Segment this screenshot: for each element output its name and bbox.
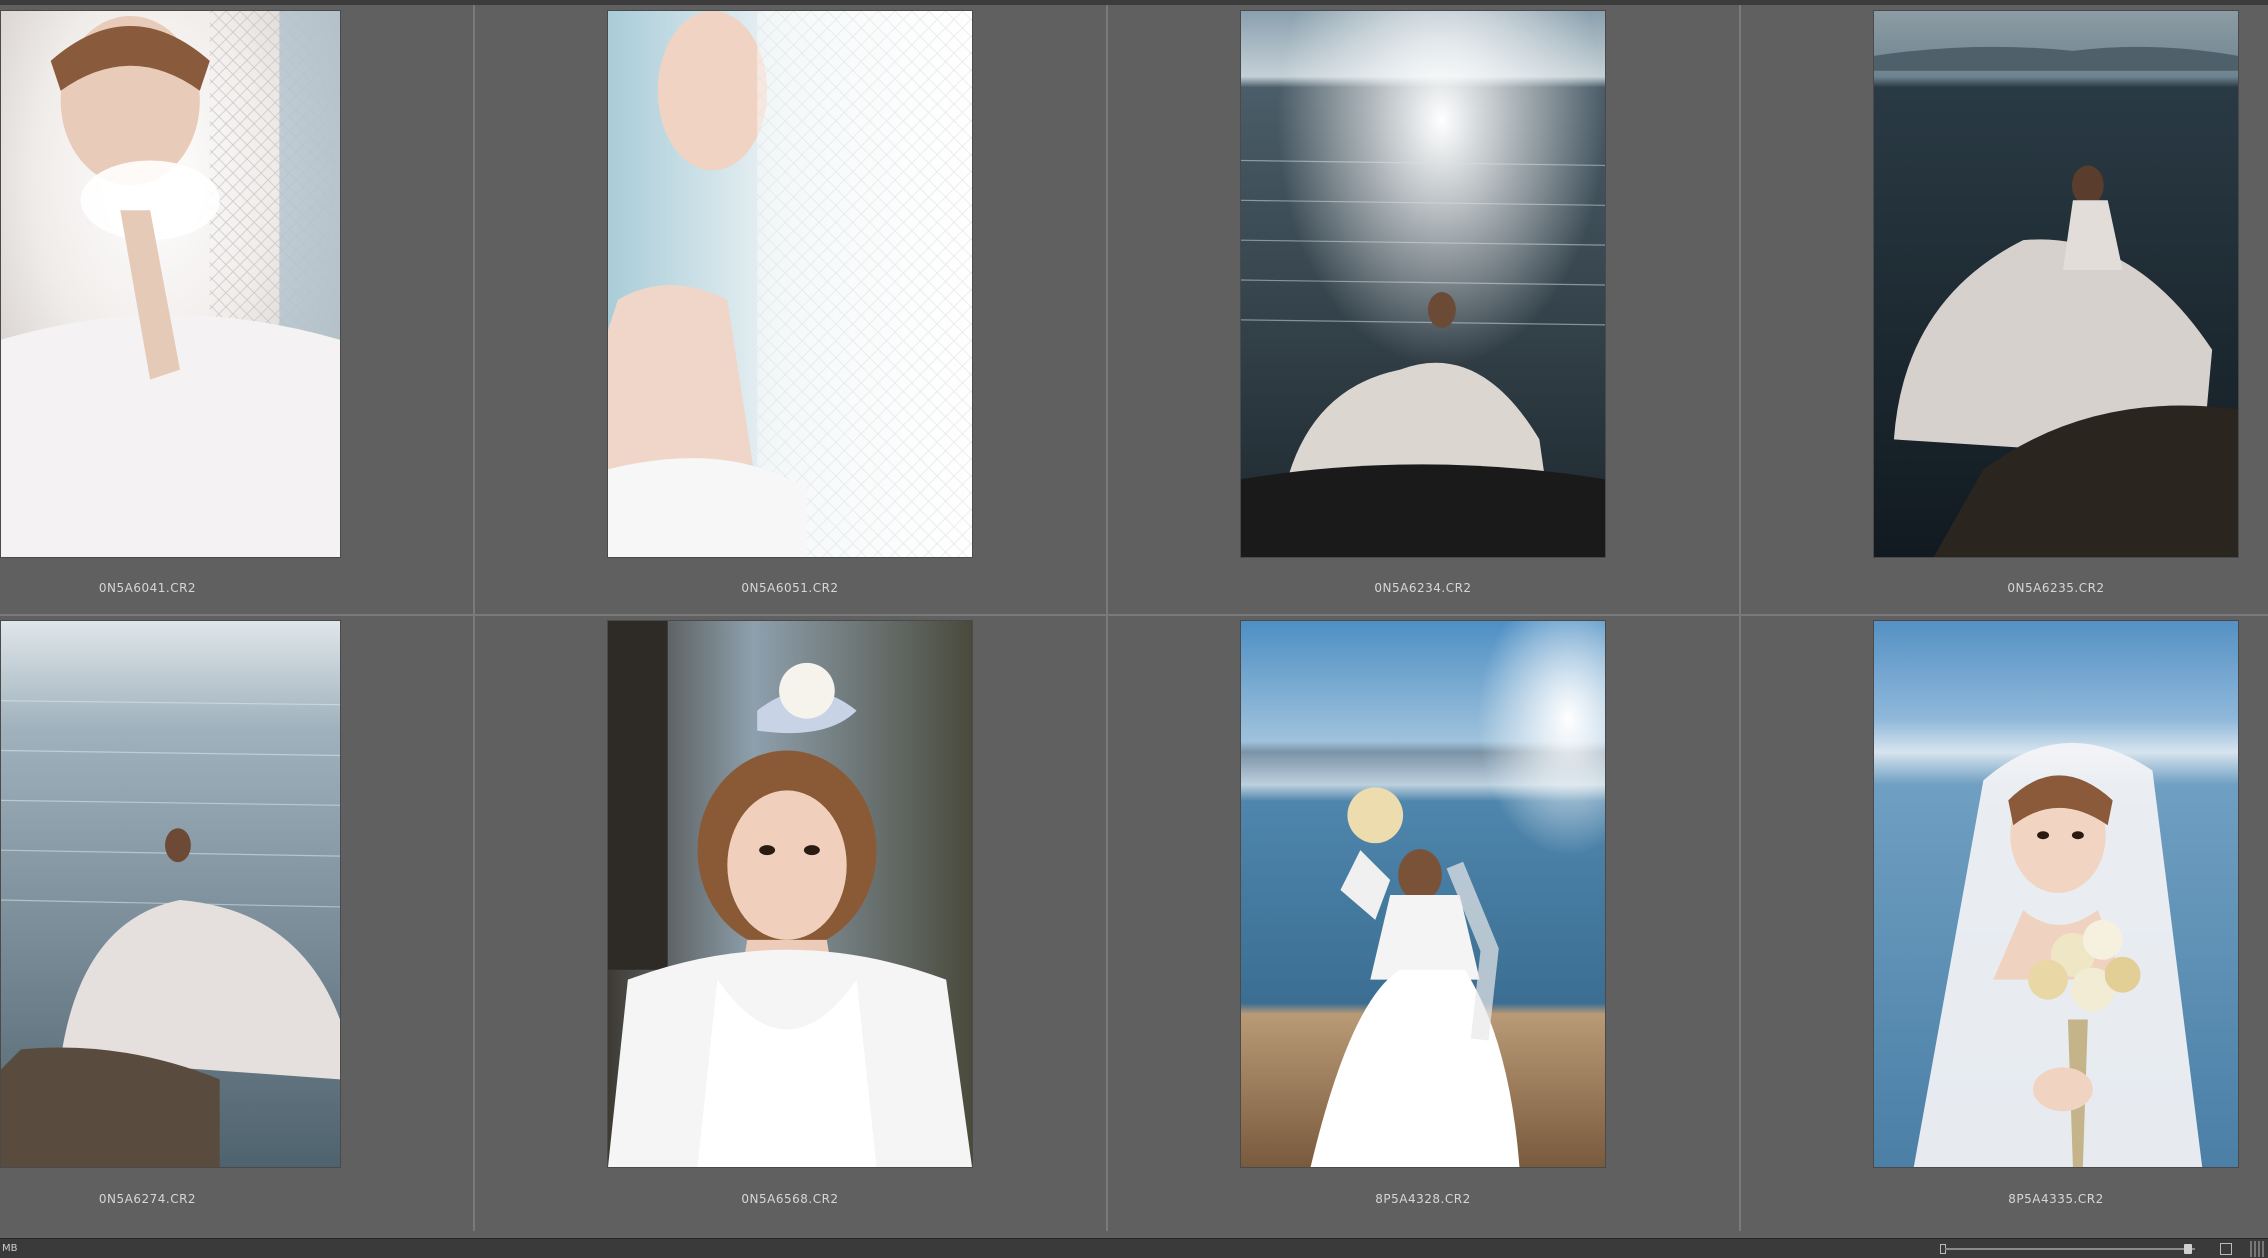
thumbnail-filename: 0N5A6051.CR2 <box>741 581 839 595</box>
photo-bride-beach <box>1241 621 1605 1167</box>
photo-bride-sunlit-sea <box>1241 11 1605 557</box>
thumbnail-image[interactable] <box>0 10 341 558</box>
thumbnail-image[interactable] <box>1240 620 1606 1168</box>
photo-portrait-headpiece <box>608 621 972 1167</box>
thumbnail-image[interactable] <box>1240 10 1606 558</box>
column-divider <box>473 5 475 1231</box>
photo-bride-waves <box>1 621 340 1167</box>
row-divider <box>0 614 2268 616</box>
thumbnail-filename: 0N5A6274.CR2 <box>98 1192 197 1206</box>
thumbnail-filename: 0N5A6235.CR2 <box>2007 581 2105 595</box>
thumbnail-filename: 8P5A4335.CR2 <box>2008 1192 2104 1206</box>
column-divider <box>1106 5 1108 1231</box>
photo-bride-bouquet <box>1874 621 2238 1167</box>
photo-portrait-veil <box>1 11 340 557</box>
photo-bride-dark-sea <box>1874 11 2238 557</box>
status-size-unit: MB <box>2 1243 18 1254</box>
thumbnail-filename: 0N5A6041.CR2 <box>98 581 197 595</box>
column-divider <box>1739 5 1741 1231</box>
file-browser: 0N5A6041.CR2 0N5A6051.CR2 0N5A6234.CR2 0… <box>0 0 2268 1258</box>
thumbnail-filename: 0N5A6234.CR2 <box>1374 581 1472 595</box>
thumbnail-image[interactable] <box>607 620 973 1168</box>
zoom-in-icon[interactable] <box>2220 1243 2232 1255</box>
thumbnail-image[interactable] <box>0 620 341 1168</box>
thumbnail-image[interactable] <box>607 10 973 558</box>
status-bar: MB <box>0 1238 2268 1258</box>
zoom-slider[interactable] <box>1945 1248 2195 1250</box>
thumbnail-grid: 0N5A6041.CR2 0N5A6051.CR2 0N5A6234.CR2 0… <box>0 5 2268 1231</box>
thumbnail-image[interactable] <box>1873 620 2239 1168</box>
photo-profile-veil <box>608 11 972 557</box>
thumbnail-image[interactable] <box>1873 10 2239 558</box>
thumbnail-filename: 0N5A6568.CR2 <box>741 1192 839 1206</box>
thumbnail-filename: 8P5A4328.CR2 <box>1375 1192 1471 1206</box>
zoom-slider-handle[interactable] <box>2184 1244 2192 1254</box>
resize-grip-icon[interactable] <box>2250 1241 2264 1257</box>
